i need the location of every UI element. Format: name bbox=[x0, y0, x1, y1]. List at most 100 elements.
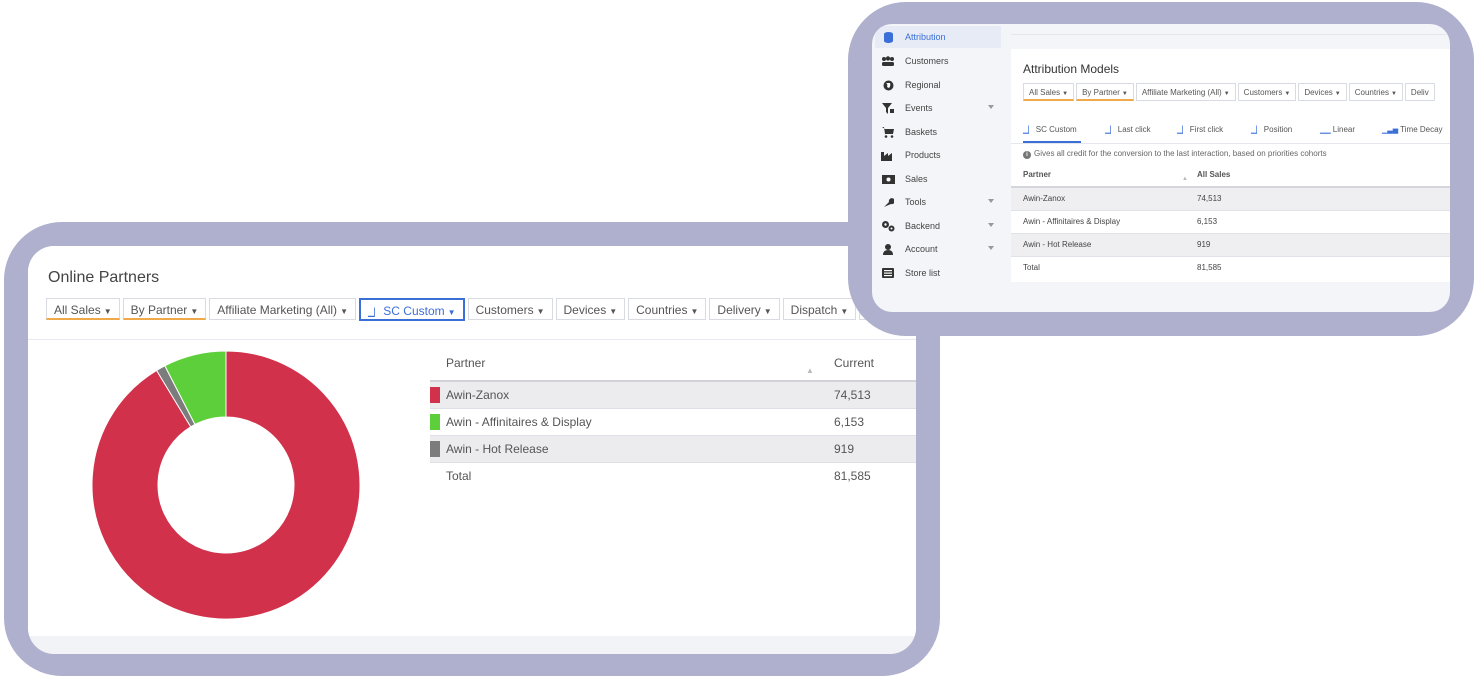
header-partner[interactable]: Partner bbox=[446, 350, 485, 376]
filter-label: Dispatch bbox=[790, 303, 838, 317]
caret-down-icon: ▼ bbox=[340, 307, 348, 316]
database-icon bbox=[881, 31, 895, 43]
filter-devices[interactable]: Devices ▼ bbox=[1298, 83, 1347, 101]
info-text: Gives all credit for the conversion to t… bbox=[1034, 149, 1327, 158]
filter-by-partner[interactable]: By Partner ▼ bbox=[122, 298, 207, 320]
tab-last-click[interactable]: ▁▏ Last click bbox=[1105, 119, 1151, 141]
users-icon bbox=[881, 55, 895, 67]
sidebar-item-sales[interactable]: Sales bbox=[875, 168, 1001, 190]
filter-dispatch[interactable]: Dispatch ▼ bbox=[782, 298, 857, 320]
tab-label: SC Custom bbox=[1035, 125, 1077, 134]
sidebar-item-customers[interactable]: Customers bbox=[875, 50, 1001, 72]
legend-swatch bbox=[430, 414, 440, 430]
attribution-table: Partner ▲▼ All Sales Awin-Zanox 74,513 A… bbox=[1011, 166, 1450, 279]
filter-label: Delivery bbox=[717, 303, 761, 317]
partner-table: Partner ▲▼ Current Awin-Zanox 74,513 Awi… bbox=[430, 350, 916, 489]
chevron-down-icon[interactable] bbox=[988, 104, 994, 110]
legend-swatch bbox=[430, 387, 440, 403]
filter-affiliate-marketing[interactable]: Affiliate Marketing (All) ▼ bbox=[209, 298, 356, 320]
filter-label: Deliv bbox=[1410, 88, 1429, 97]
caret-down-icon: ▼ bbox=[1223, 91, 1230, 97]
sidebar-item-attribution[interactable]: Attribution bbox=[875, 26, 1001, 48]
model-description: i Gives all credit for the conversion to … bbox=[1023, 149, 1327, 159]
total-label: Total bbox=[446, 469, 472, 483]
filter-label: Affiliate Marketing (All) bbox=[1141, 88, 1222, 97]
header-partner[interactable]: Partner bbox=[1023, 166, 1051, 184]
filter-label: By Partner bbox=[130, 303, 188, 317]
chevron-down-icon[interactable] bbox=[988, 198, 994, 204]
filter-icon bbox=[881, 102, 895, 114]
tab-first-click[interactable]: ▁▏ First click bbox=[1177, 119, 1223, 141]
table-row[interactable]: Awin - Affinitaires & Display 6,153 bbox=[430, 409, 916, 436]
caret-down-icon: ▼ bbox=[190, 307, 199, 316]
sidebar-item-label: Events bbox=[905, 103, 933, 113]
sidebar-item-store-list[interactable]: Store list bbox=[875, 262, 1001, 284]
caret-down-icon: ▼ bbox=[1062, 91, 1069, 97]
online-partners-panel: Online Partners All Sales ▼ By Partner ▼ A… bbox=[28, 246, 916, 636]
sidebar-item-events[interactable]: Events bbox=[875, 97, 1001, 119]
filter-all-sales[interactable]: All Sales ▼ bbox=[46, 298, 120, 320]
sidebar-item-regional[interactable]: Regional bbox=[875, 74, 1001, 96]
filter-label: Countries bbox=[1354, 88, 1389, 97]
filter-label: Affiliate Marketing (All) bbox=[217, 303, 338, 317]
page-title: Online Partners bbox=[48, 269, 160, 286]
filter-all-sales[interactable]: All Sales ▼ bbox=[1023, 83, 1075, 101]
filter-affiliate-marketing[interactable]: Affiliate Marketing (All) ▼ bbox=[1135, 83, 1236, 101]
table-row[interactable]: Awin - Hot Release 919 bbox=[430, 436, 916, 463]
online-partners-card: Online Partners All Sales ▼ By Partner ▼ A… bbox=[28, 246, 916, 654]
sidebar-item-backend[interactable]: Backend bbox=[875, 215, 1001, 237]
caret-down-icon: ▼ bbox=[690, 307, 699, 316]
gears-icon bbox=[881, 220, 895, 232]
filter-customers[interactable]: Customers ▼ bbox=[467, 298, 553, 320]
industry-icon bbox=[881, 149, 895, 161]
filter-label: Customers bbox=[475, 303, 534, 317]
tab-position[interactable]: ▁▏ Position bbox=[1251, 119, 1292, 141]
filter-delivery[interactable]: Delivery ▼ bbox=[709, 298, 780, 320]
sidebar-item-account[interactable]: Account bbox=[875, 238, 1001, 260]
tab-time-decay[interactable]: ▁▃▅ Time Decay bbox=[1382, 119, 1443, 141]
sidebar-item-baskets[interactable]: Baskets bbox=[875, 121, 1001, 143]
sidebar-item-label: Account bbox=[905, 244, 938, 254]
sidebar-item-label: Backend bbox=[905, 221, 941, 231]
filter-countries[interactable]: Countries ▼ bbox=[1348, 83, 1403, 101]
bar-chart-icon: ▁▏ bbox=[1177, 127, 1188, 134]
cart-icon bbox=[881, 126, 895, 138]
filter-label: All Sales bbox=[54, 303, 101, 317]
tab-sc-custom[interactable]: ▁▏ SC Custom bbox=[1023, 119, 1081, 143]
table-row[interactable]: Awin-Zanox 74,513 bbox=[1011, 188, 1450, 211]
partner-name: Awin - Affinitaires & Display bbox=[1023, 217, 1121, 226]
divider bbox=[1011, 34, 1450, 35]
sidebar-item-tools[interactable]: Tools bbox=[875, 191, 1001, 213]
tab-label: Linear bbox=[1332, 125, 1356, 134]
table-row[interactable]: Awin-Zanox 74,513 bbox=[430, 382, 916, 409]
sidebar-item-products[interactable]: Products bbox=[875, 144, 1001, 166]
header-all-sales[interactable]: All Sales bbox=[1197, 166, 1230, 184]
total-label: Total bbox=[1023, 263, 1040, 272]
partner-value: 919 bbox=[834, 442, 855, 456]
attribution-main: Attribution Models All Sales ▼ By Partner… bbox=[1011, 24, 1450, 312]
filter-devices[interactable]: Devices ▼ bbox=[555, 298, 626, 320]
partner-name: Awin - Hot Release bbox=[446, 442, 549, 456]
bar-chart-icon: ▁▁ bbox=[1320, 127, 1331, 134]
caret-down-icon: ▼ bbox=[1390, 91, 1397, 97]
chevron-down-icon[interactable] bbox=[988, 245, 994, 251]
total-value: 81,585 bbox=[1197, 263, 1222, 272]
filter-countries[interactable]: Countries ▼ bbox=[628, 298, 707, 320]
partner-name: Awin - Hot Release bbox=[1023, 240, 1092, 249]
table-row[interactable]: Awin - Hot Release 919 bbox=[1011, 234, 1450, 257]
table-row[interactable]: Awin - Affinitaires & Display 6,153 bbox=[1011, 211, 1450, 234]
filter-customers[interactable]: Customers ▼ bbox=[1237, 83, 1297, 101]
header-current[interactable]: Current bbox=[834, 350, 874, 376]
sidebar-item-label: Regional bbox=[905, 80, 941, 90]
tab-linear[interactable]: ▁▁ Linear bbox=[1320, 119, 1355, 141]
chevron-down-icon[interactable] bbox=[988, 222, 994, 228]
partner-name: Awin-Zanox bbox=[1023, 194, 1066, 203]
caret-down-icon: ▼ bbox=[840, 307, 849, 316]
bar-chart-icon: ▁▏ bbox=[1105, 127, 1116, 134]
filter-delivery[interactable]: Deliv bbox=[1404, 83, 1435, 101]
caret-down-icon: ▼ bbox=[447, 308, 456, 317]
filter-sc-custom[interactable]: ▁▏ SC Custom ▼ bbox=[358, 298, 465, 321]
filter-by-partner[interactable]: By Partner ▼ bbox=[1076, 83, 1134, 101]
sidebar-item-label: Tools bbox=[905, 197, 927, 207]
tab-label: Position bbox=[1263, 125, 1293, 134]
